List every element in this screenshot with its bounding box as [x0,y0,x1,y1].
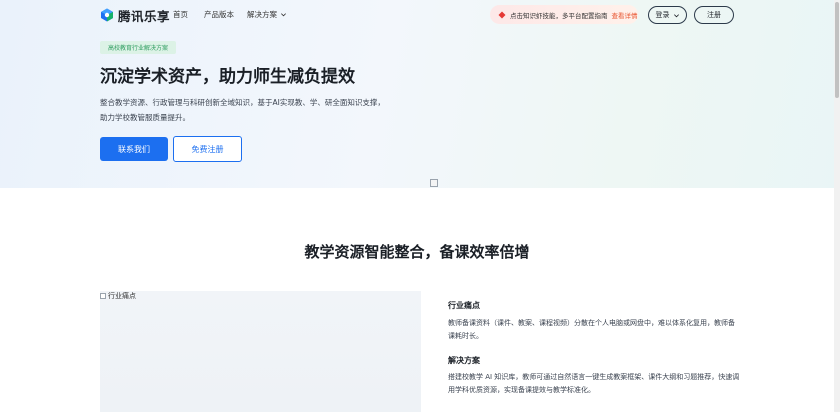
hero-description-line-2: 助力学校教管服质量提升。 [100,113,190,122]
section-title: 教学资源智能整合，备课效率倍增 [304,243,530,261]
chevron-down-icon [673,13,679,17]
hero-description: 整合教学资源、行政管理与科研创新全域知识，基于AI实现教、学、研全面知识支撑， … [100,95,420,125]
logo-text: 腾讯乐享 [118,8,171,24]
diamond-icon [498,11,506,18]
pain-point-text: 教师备课资料（课件、教案、课程视频）分散在个人电脑或网盘中，难以体系化复用，教师… [448,319,735,340]
announcement-text: 点击知识虾技能，多平台配置指南 [510,11,608,20]
page-scrollbar[interactable] [834,0,840,412]
logo-icon [101,8,113,22]
hero-title: 沉淀学术资产，助力师生减负提效 [100,67,355,87]
nav-home[interactable]: 首页 [173,9,188,20]
chevron-down-icon [281,13,286,17]
pain-point-title: 行业痛点 [448,301,480,310]
broken-image-icon [430,179,438,187]
feature-image [100,291,421,412]
announcement-banner[interactable]: 点击知识虾技能，多平台配置指南 查看详情 [490,5,638,24]
feature-image-alt-text: 行业痛点 [108,292,136,300]
solution-title: 解决方案 [448,356,480,365]
brand-logo[interactable]: 腾讯乐享 [100,7,171,24]
register-label: 注册 [707,11,721,19]
scrollbar-thumb[interactable] [835,2,839,98]
industry-tag: 高校教育行业解决方案 [100,41,176,54]
hero-description-line-1: 整合教学资源、行政管理与科研创新全域知识，基于AI实现教、学、研全面知识支撑， [100,98,385,107]
solution-text: 搭建校教学 AI 知识库，教师可通过自然语言一键生成教案框架、课件大纲和习题推荐… [448,373,740,394]
broken-image-icon [100,293,106,299]
free-register-button[interactable]: 免费注册 [173,136,242,162]
nav-product-versions[interactable]: 产品版本 [204,9,234,20]
contact-us-button[interactable]: 联系我们 [100,137,168,161]
nav-solutions[interactable]: 解决方案 [247,9,287,20]
login-label: 登录 [655,11,670,19]
nav-solutions-label: 解决方案 [247,10,277,19]
login-button[interactable]: 登录 [648,6,687,24]
register-button[interactable]: 注册 [694,6,734,24]
announcement-link[interactable]: 查看详情 [612,10,638,20]
nav-home-label: 首页 [173,10,188,19]
top-header: 腾讯乐享 首页 产品版本 解决方案 点击知识虾技能，多平台配置指南 查看详情 登… [0,0,834,30]
nav-product-versions-label: 产品版本 [204,10,234,19]
feature-image-alt: 行业痛点 [100,291,136,301]
